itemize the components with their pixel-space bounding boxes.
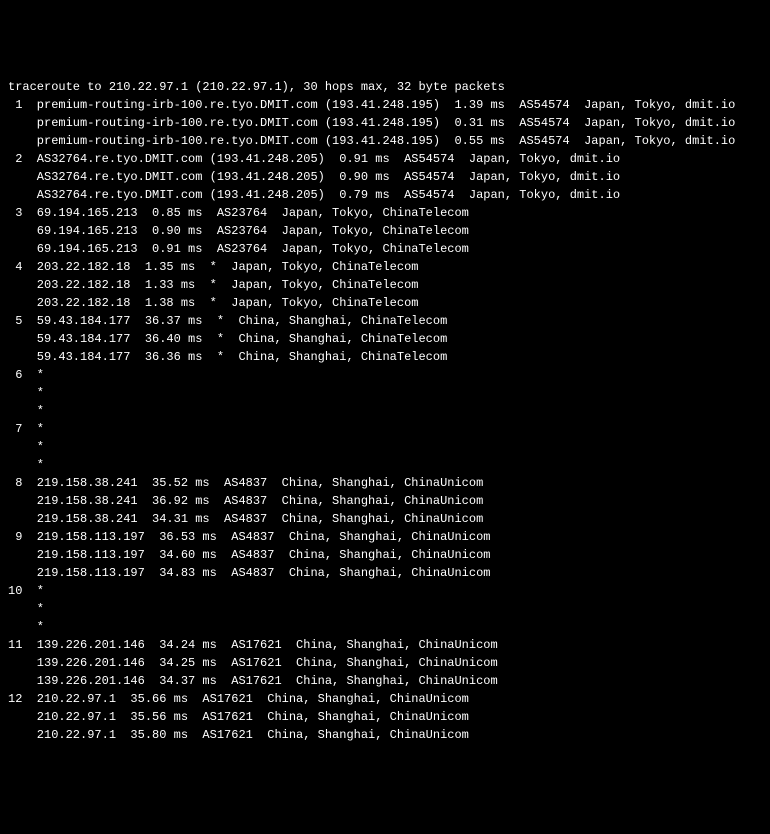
hop-line-cont: * (8, 618, 762, 636)
hop-line-cont: * (8, 402, 762, 420)
hop-line-cont: 59.43.184.177 36.40 ms * China, Shanghai… (8, 330, 762, 348)
hop-line-cont: AS32764.re.tyo.DMIT.com (193.41.248.205)… (8, 186, 762, 204)
hop-line-first: 10 * (8, 582, 762, 600)
hop-line-cont: * (8, 600, 762, 618)
hop-line-first: 4 203.22.182.18 1.35 ms * Japan, Tokyo, … (8, 258, 762, 276)
hop-line-first: 7 * (8, 420, 762, 438)
hop-line-first: 3 69.194.165.213 0.85 ms AS23764 Japan, … (8, 204, 762, 222)
traceroute-header: traceroute to 210.22.97.1 (210.22.97.1),… (8, 78, 762, 96)
hop-line-first: 9 219.158.113.197 36.53 ms AS4837 China,… (8, 528, 762, 546)
hop-line-cont: 139.226.201.146 34.25 ms AS17621 China, … (8, 654, 762, 672)
hop-line-cont: * (8, 438, 762, 456)
hop-line-cont: 59.43.184.177 36.36 ms * China, Shanghai… (8, 348, 762, 366)
hop-line-first: 12 210.22.97.1 35.66 ms AS17621 China, S… (8, 690, 762, 708)
hop-line-cont: AS32764.re.tyo.DMIT.com (193.41.248.205)… (8, 168, 762, 186)
hop-line-first: 2 AS32764.re.tyo.DMIT.com (193.41.248.20… (8, 150, 762, 168)
hop-line-cont: 139.226.201.146 34.37 ms AS17621 China, … (8, 672, 762, 690)
hop-line-first: 8 219.158.38.241 35.52 ms AS4837 China, … (8, 474, 762, 492)
hop-line-cont: 219.158.38.241 36.92 ms AS4837 China, Sh… (8, 492, 762, 510)
terminal-output: traceroute to 210.22.97.1 (210.22.97.1),… (8, 78, 762, 744)
hop-line-first: 11 139.226.201.146 34.24 ms AS17621 Chin… (8, 636, 762, 654)
hop-line-first: 5 59.43.184.177 36.37 ms * China, Shangh… (8, 312, 762, 330)
hop-line-cont: * (8, 384, 762, 402)
hop-line-first: 6 * (8, 366, 762, 384)
hop-line-cont: 219.158.113.197 34.60 ms AS4837 China, S… (8, 546, 762, 564)
hop-line-cont: 210.22.97.1 35.80 ms AS17621 China, Shan… (8, 726, 762, 744)
hop-line-cont: 203.22.182.18 1.33 ms * Japan, Tokyo, Ch… (8, 276, 762, 294)
hop-line-cont: 210.22.97.1 35.56 ms AS17621 China, Shan… (8, 708, 762, 726)
hop-line-cont: premium-routing-irb-100.re.tyo.DMIT.com … (8, 114, 762, 132)
hop-line-cont: 203.22.182.18 1.38 ms * Japan, Tokyo, Ch… (8, 294, 762, 312)
hop-line-cont: 219.158.38.241 34.31 ms AS4837 China, Sh… (8, 510, 762, 528)
hop-line-cont: premium-routing-irb-100.re.tyo.DMIT.com … (8, 132, 762, 150)
hop-line-cont: 219.158.113.197 34.83 ms AS4837 China, S… (8, 564, 762, 582)
hop-line-cont: 69.194.165.213 0.90 ms AS23764 Japan, To… (8, 222, 762, 240)
hop-line-cont: * (8, 456, 762, 474)
hop-line-cont: 69.194.165.213 0.91 ms AS23764 Japan, To… (8, 240, 762, 258)
hop-line-first: 1 premium-routing-irb-100.re.tyo.DMIT.co… (8, 96, 762, 114)
